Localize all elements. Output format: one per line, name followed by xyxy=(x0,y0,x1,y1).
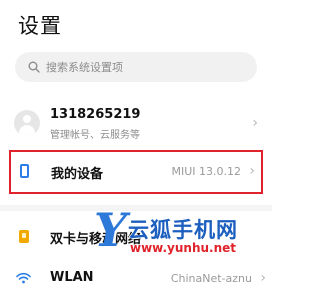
chevron-right-icon: › xyxy=(260,270,266,286)
chevron-right-icon: › xyxy=(252,115,258,131)
watermark-url: www.yunhu.net xyxy=(130,241,237,255)
watermark-logo-icon: Y xyxy=(94,203,127,257)
wifi-icon xyxy=(16,272,31,284)
chevron-right-icon: › xyxy=(249,163,255,179)
wlan-item[interactable]: WLAN ChinaNet-aznu › xyxy=(0,264,272,294)
search-bar[interactable]: 搜索系统设置项 xyxy=(15,52,257,82)
my-device-item[interactable]: 我的设备 MIUI 13.0.12 › xyxy=(9,150,263,194)
miui-version: MIUI 13.0.12 xyxy=(171,165,241,178)
phone-icon xyxy=(20,164,29,178)
my-device-label: 我的设备 xyxy=(51,167,104,182)
account-item[interactable]: 1318265219 管理帐号、云服务等 › xyxy=(0,103,272,145)
watermark-title: 云狐手机网 xyxy=(128,218,238,242)
account-subtitle: 管理帐号、云服务等 xyxy=(50,130,140,141)
sim-card-icon xyxy=(19,230,29,243)
page-title: 设置 xyxy=(18,14,62,38)
wlan-network-name: ChinaNet-aznu xyxy=(170,272,252,285)
search-icon xyxy=(28,61,40,73)
avatar xyxy=(14,110,40,136)
account-name: 1318265219 xyxy=(50,107,141,122)
search-placeholder: 搜索系统设置项 xyxy=(46,61,123,74)
section-divider xyxy=(0,205,272,211)
wlan-label: WLAN xyxy=(50,270,94,285)
